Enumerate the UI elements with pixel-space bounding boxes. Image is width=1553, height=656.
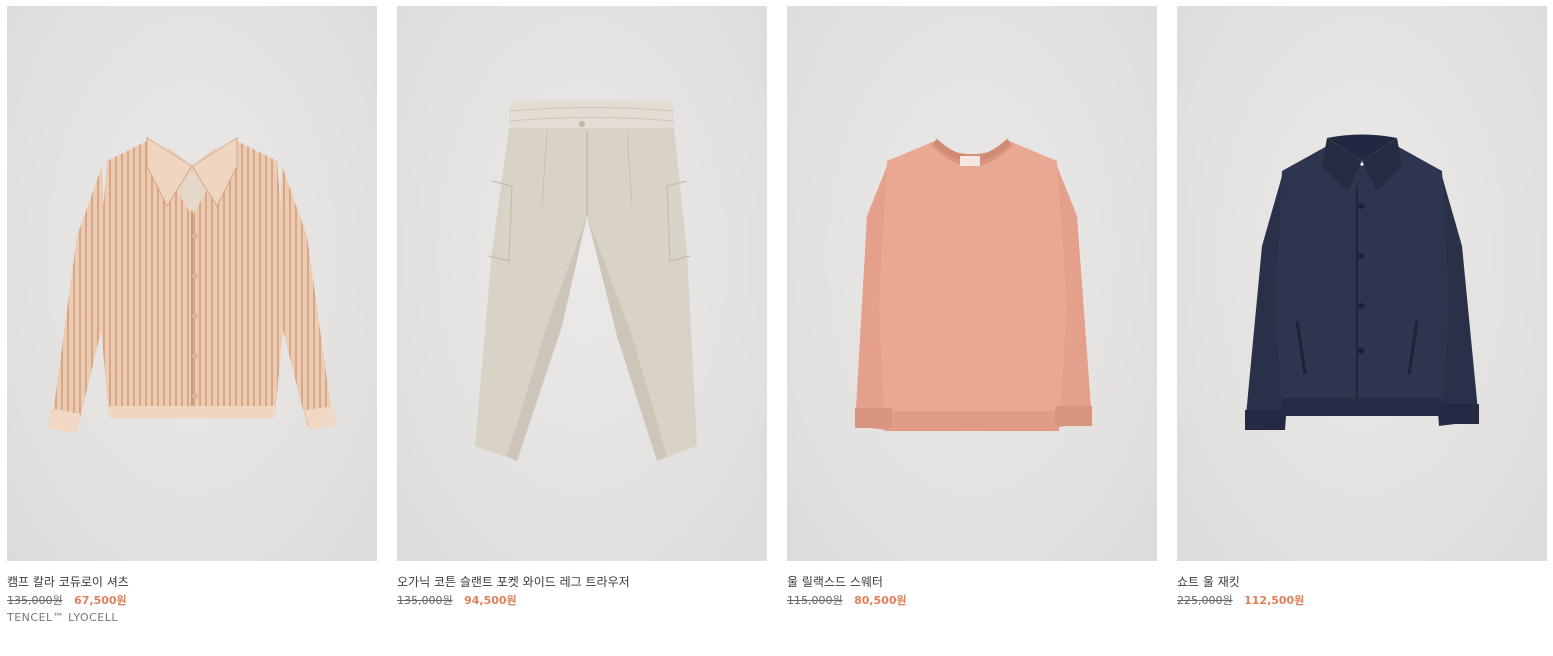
product-image-sweater[interactable]: [787, 6, 1157, 561]
jacket-image: [1245, 134, 1479, 430]
product-card[interactable]: 쇼트 울 재킷 225,000원 112,500원: [1177, 6, 1547, 608]
product-name[interactable]: 쇼트 울 재킷: [1177, 574, 1547, 590]
sale-price: 80,500원: [854, 594, 907, 607]
original-price: 135,000원: [397, 594, 453, 607]
shirt-image: [47, 137, 337, 434]
sale-price: 112,500원: [1244, 594, 1305, 607]
product-card[interactable]: 캠프 칼라 코듀로이 셔츠 135,000원 67,500원 TENCEL™ L…: [7, 6, 377, 625]
sale-price: 67,500원: [74, 594, 127, 607]
product-name[interactable]: 캠프 칼라 코듀로이 셔츠: [7, 574, 377, 590]
product-image-shirt[interactable]: [7, 6, 377, 561]
original-price: 135,000원: [7, 594, 63, 607]
original-price: 225,000원: [1177, 594, 1233, 607]
material-tag: TENCEL™ LYOCELL: [7, 611, 118, 624]
sweater-image: [855, 138, 1092, 431]
product-grid: 캠프 칼라 코듀로이 셔츠 135,000원 67,500원 TENCEL™ L…: [0, 0, 1553, 656]
sale-price: 94,500원: [464, 594, 517, 607]
product-name[interactable]: 울 릴랙스드 스웨터: [787, 574, 1157, 590]
product-card[interactable]: 오가닉 코튼 슬랜트 포켓 와이드 레그 트라우저 135,000원 94,50…: [397, 6, 767, 608]
original-price: 115,000원: [787, 594, 843, 607]
trousers-image: [475, 101, 697, 461]
product-image-trousers[interactable]: [397, 6, 767, 561]
product-name[interactable]: 오가닉 코튼 슬랜트 포켓 와이드 레그 트라우저: [397, 574, 767, 590]
product-image-jacket[interactable]: [1177, 6, 1547, 561]
product-card[interactable]: 울 릴랙스드 스웨터 115,000원 80,500원: [787, 6, 1157, 608]
